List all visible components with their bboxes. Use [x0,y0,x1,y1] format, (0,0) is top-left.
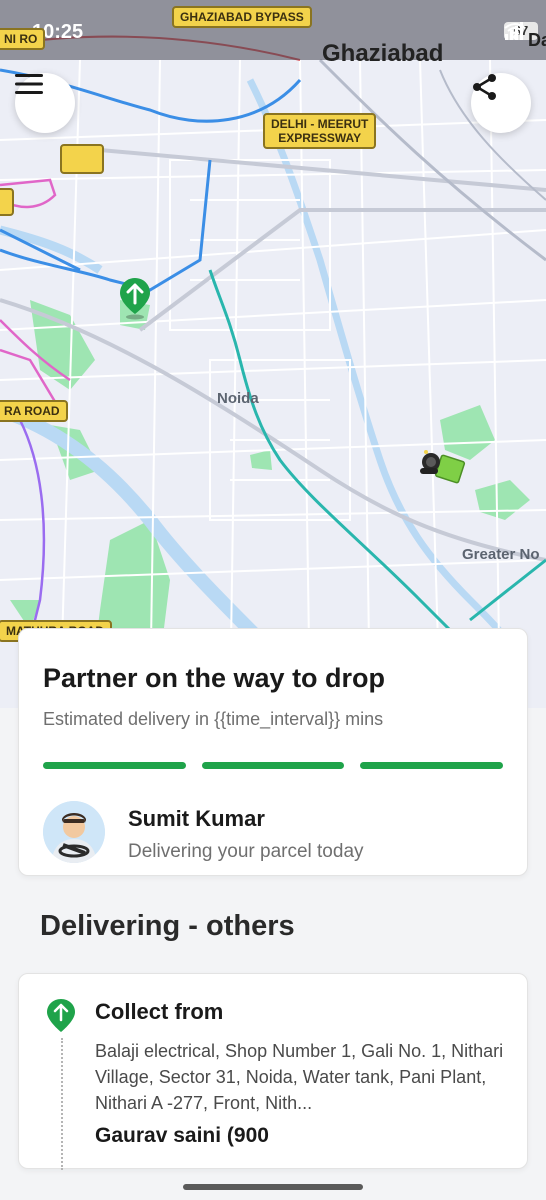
pickup-card[interactable]: Collect from Balaji electrical, Shop Num… [18,973,528,1170]
map-canvas [0,35,546,708]
road-label-expressway: DELHI - MEERUT EXPRESSWAY [263,113,377,149]
map-place-noida: Noida [217,390,259,407]
road-label-expressway-line2: EXPRESSWAY [278,131,362,145]
progress-segment [43,762,186,769]
pickup-pin-icon [47,999,75,1032]
road-label-bypass: GHAZIABAD BYPASS [172,6,312,28]
partner-avatar [43,801,105,863]
map-place-greater-noida: Greater No [462,546,540,563]
section-title: Delivering - others [40,910,295,942]
delivery-rider-icon[interactable] [416,446,468,490]
pickup-title: Collect from [95,999,224,1024]
map-edge-label: Da [528,30,546,50]
map-view[interactable]: 10:25 67 Ghaziabad Da GHAZIABAD BYPASS N… [0,0,546,708]
road-label-ra-road: RA ROAD [0,400,68,422]
partner-status-text: Delivering your parcel today [128,841,364,862]
progress-segment [201,762,345,769]
menu-button[interactable] [15,73,75,133]
hamburger-menu-icon [15,74,43,94]
delivery-partner-avatar-icon [43,801,105,863]
map-city-label: Ghaziabad [322,40,444,67]
partner-name: Sumit Kumar [128,806,265,831]
map-pickup-pin-icon[interactable] [118,276,152,320]
estimated-delivery-text: Estimated delivery in {{time_interval}} … [43,709,384,729]
share-button[interactable] [471,73,531,133]
progress-segment [360,762,504,769]
pickup-address: Balaji electrical, Shop Number 1, Gali N… [95,1041,504,1113]
road-label-shield [60,144,104,174]
road-label-ni-road: NI RO [0,28,46,50]
road-label-shield-left [0,188,14,216]
route-dotted-line [61,1038,63,1170]
delivery-status-title: Partner on the way to drop [43,663,386,693]
share-icon [473,74,496,100]
delivery-status-card: Partner on the way to drop Estimated del… [18,628,528,876]
signal-icon [505,22,523,40]
contact-redaction [289,1123,369,1151]
home-indicator[interactable] [183,1184,363,1190]
pickup-contact: Gaurav saini (900 [95,1124,269,1147]
road-label-expressway-line1: DELHI - MEERUT [271,117,369,131]
delivery-progress-bar [43,762,504,769]
